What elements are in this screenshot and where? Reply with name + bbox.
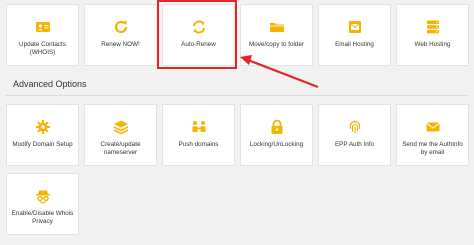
email-hosting-tile[interactable]: Email Hosting [318,4,391,66]
tile-label: Send me the AuthInfo by email [402,141,463,156]
auto-renew-tile[interactable]: Auto-Renew [162,4,235,66]
tile-label: Renew NOW! [101,41,140,48]
tile-label: Web Hosting [414,41,451,48]
email-icon [348,21,361,33]
tile-label: Modify Domain Setup [12,141,73,148]
send-authinfo-email-tile[interactable]: Send me the AuthInfo by email [396,104,469,166]
auto-renew-icon [192,20,205,34]
create-update-nameserver-tile[interactable]: Create/update nameserver [84,104,157,166]
gear-icon [35,120,50,134]
tile-label: Locking/UnLocking [249,141,304,148]
move-copy-folder-tile[interactable]: Move/copy to folder [240,4,313,66]
email-icon [425,122,440,132]
update-contacts-tile[interactable]: Update Contacts (WHOIS) [6,4,79,66]
basic-options-row: Update Contacts (WHOIS) Renew NOW! Auto-… [6,4,469,66]
tile-label: Create/update nameserver [100,141,141,156]
tile-label: Enable/Disable Whois Privacy [11,210,74,225]
layers-icon [113,120,128,135]
advanced-options-row: Modify Domain Setup Create/update namese… [6,104,469,166]
contact-card-icon [35,22,50,32]
push-domains-icon [192,121,205,132]
tile-label: Update Contacts (WHOIS) [19,41,66,56]
renew-icon [114,20,127,34]
tile-label: EPP Auth Info [334,141,375,148]
web-hosting-icon [426,20,439,34]
domain-options-panel: Update Contacts (WHOIS) Renew NOW! Auto-… [0,0,474,245]
section-title: Advanced Options [13,79,87,89]
divider [6,95,468,96]
lock-icon [271,119,282,134]
tile-label: Push domains [178,141,219,148]
fingerprint-icon [349,120,360,134]
modify-domain-setup-tile[interactable]: Modify Domain Setup [6,104,79,166]
tile-label: Email Hosting [335,41,374,48]
web-hosting-tile[interactable]: Web Hosting [396,4,469,66]
whois-privacy-tile[interactable]: Enable/Disable Whois Privacy [6,173,79,235]
push-domains-tile[interactable]: Push domains [162,104,235,166]
locking-unlocking-tile[interactable]: Locking/UnLocking [240,104,313,166]
renew-now-tile[interactable]: Renew NOW! [84,4,157,66]
folder-icon [269,23,284,32]
tile-label: Auto-Renew [181,41,216,48]
epp-auth-info-tile[interactable]: EPP Auth Info [318,104,391,166]
privacy-options-row: Enable/Disable Whois Privacy [6,173,79,235]
privacy-icon [35,190,50,204]
tile-label: Move/copy to folder [249,41,304,48]
